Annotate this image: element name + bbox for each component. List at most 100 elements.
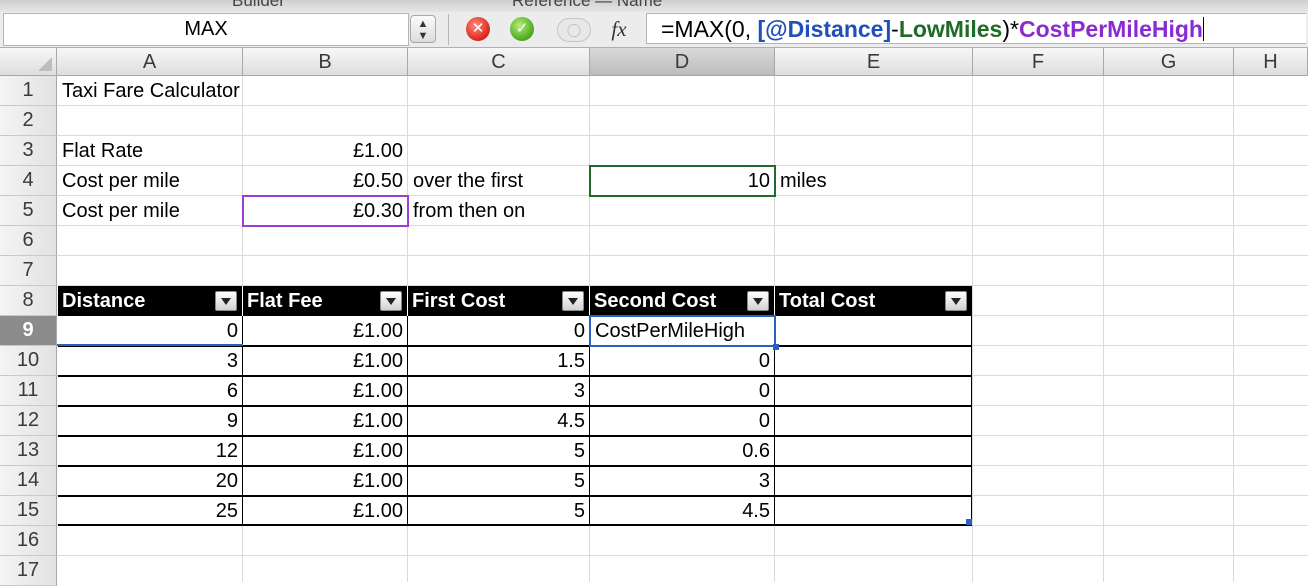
fill-handle[interactable] xyxy=(773,344,779,350)
cell-e4[interactable]: miles xyxy=(775,166,973,196)
row-header-11[interactable]: 11 xyxy=(0,376,57,406)
table-cell-flat-fee[interactable]: £1.00 xyxy=(243,316,408,346)
row-header-13[interactable]: 13 xyxy=(0,436,57,466)
reference-highlight-costpermilehigh xyxy=(242,195,409,227)
row-header-12[interactable]: 12 xyxy=(0,406,57,436)
row-header-8[interactable]: 8 xyxy=(0,286,57,316)
filter-dropdown-icon[interactable] xyxy=(215,291,237,311)
table-cell-distance[interactable]: 0 xyxy=(58,316,243,346)
table-cell-flat-fee[interactable]: £1.00 xyxy=(243,376,408,406)
table-cell-first-cost[interactable]: 0 xyxy=(408,316,590,346)
row-header-4[interactable]: 4 xyxy=(0,166,57,196)
column-header-d[interactable]: D xyxy=(590,48,775,76)
spreadsheet-grid[interactable]: A B C D E F G H 1 2 3 4 5 6 7 8 9 10 11 … xyxy=(0,48,1308,586)
row-header-1[interactable]: 1 xyxy=(0,76,57,106)
cell-a1-title[interactable]: Taxi Fare Calculator xyxy=(57,76,407,106)
row-header-10[interactable]: 10 xyxy=(0,346,57,376)
table-header-label: Flat Fee xyxy=(247,290,323,312)
table-cell-second-cost[interactable]: 0 xyxy=(590,346,775,376)
table-cell-first-cost[interactable]: 5 xyxy=(408,496,590,526)
cell-c5[interactable]: from then on xyxy=(408,196,590,226)
table-header-label: Second Cost xyxy=(594,290,717,312)
table-cell-total-cost[interactable] xyxy=(775,406,972,436)
table-header-total-cost[interactable]: Total Cost xyxy=(775,286,972,316)
table-cell-flat-fee[interactable]: £1.00 xyxy=(243,406,408,436)
gridline xyxy=(57,255,1308,256)
formula-input[interactable]: =MAX(0, [@Distance]-LowMiles)*CostPerMil… xyxy=(646,13,1306,44)
table-cell-distance[interactable]: 25 xyxy=(58,496,243,526)
cell-a3[interactable]: Flat Rate xyxy=(57,136,243,166)
table-cell-flat-fee[interactable]: £1.00 xyxy=(243,496,408,526)
row-header-5[interactable]: 5 xyxy=(0,196,57,226)
table-cell-flat-fee[interactable]: £1.00 xyxy=(243,346,408,376)
table-cell-total-cost[interactable] xyxy=(775,376,972,406)
row-header-7[interactable]: 7 xyxy=(0,256,57,286)
table-cell-distance[interactable]: 12 xyxy=(58,436,243,466)
table-cell-second-cost[interactable]: 0 xyxy=(590,406,775,436)
row-header-3[interactable]: 3 xyxy=(0,136,57,166)
table-cell-first-cost[interactable]: 5 xyxy=(408,436,590,466)
insert-function-button[interactable]: fx xyxy=(603,15,635,43)
table-header-flat-fee[interactable]: Flat Fee xyxy=(243,286,408,316)
table-cell-distance[interactable]: 6 xyxy=(58,376,243,406)
table-cell-distance[interactable]: 3 xyxy=(58,346,243,376)
table-cell-second-cost[interactable]: 0 xyxy=(590,376,775,406)
table-cell-distance[interactable]: 9 xyxy=(58,406,243,436)
table-cell-total-cost[interactable] xyxy=(775,466,972,496)
table-header-first-cost[interactable]: First Cost xyxy=(408,286,590,316)
filter-dropdown-icon[interactable] xyxy=(562,291,584,311)
table-cell-distance[interactable]: 20 xyxy=(58,466,243,496)
table-cell-second-cost[interactable]: 0.6 xyxy=(590,436,775,466)
column-header-f[interactable]: F xyxy=(973,48,1104,76)
row-header-6[interactable]: 6 xyxy=(0,226,57,256)
table-cell-second-cost[interactable]: 4.5 xyxy=(590,496,775,526)
table-cell-total-cost[interactable] xyxy=(775,346,972,376)
column-header-c[interactable]: C xyxy=(408,48,590,76)
table-cell-total-cost[interactable] xyxy=(775,436,972,466)
x-icon: ✕ xyxy=(471,20,485,37)
formula-token-distance: [@Distance] xyxy=(757,16,892,42)
table-cell-first-cost[interactable]: 5 xyxy=(408,466,590,496)
formula-bar-separator xyxy=(448,14,449,45)
table-cell-total-cost[interactable] xyxy=(775,316,972,346)
row-header-2[interactable]: 2 xyxy=(0,106,57,136)
gridline xyxy=(1233,76,1234,582)
formula-token-lowmiles: LowMiles xyxy=(898,16,1003,42)
column-header-h[interactable]: H xyxy=(1234,48,1308,76)
name-box[interactable]: MAX xyxy=(3,13,409,46)
cell-c4[interactable]: over the first xyxy=(408,166,590,196)
cell-b3[interactable]: £1.00 xyxy=(243,136,408,166)
cell-b4[interactable]: £0.50 xyxy=(243,166,408,196)
table-cell-first-cost[interactable]: 3 xyxy=(408,376,590,406)
table-cell-second-cost[interactable]: 3 xyxy=(590,466,775,496)
row-header-14[interactable]: 14 xyxy=(0,466,57,496)
formula-toggle-button[interactable]: ◯ xyxy=(557,18,591,42)
table-cell-flat-fee[interactable]: £1.00 xyxy=(243,436,408,466)
gridline xyxy=(57,555,1308,556)
filter-dropdown-icon[interactable] xyxy=(380,291,402,311)
table-resize-handle[interactable] xyxy=(966,519,972,525)
circle-icon: ◯ xyxy=(566,22,582,37)
cell-a4[interactable]: Cost per mile xyxy=(57,166,243,196)
table-cell-first-cost[interactable]: 1.5 xyxy=(408,346,590,376)
select-all-corner[interactable] xyxy=(0,48,57,76)
table-cell-flat-fee[interactable]: £1.00 xyxy=(243,466,408,496)
column-header-b[interactable]: B xyxy=(243,48,408,76)
row-header-16[interactable]: 16 xyxy=(0,526,57,556)
table-cell-total-cost[interactable] xyxy=(775,496,972,526)
name-box-stepper[interactable]: ▲ ▼ xyxy=(410,15,436,43)
table-cell-first-cost[interactable]: 4.5 xyxy=(408,406,590,436)
cancel-formula-button[interactable]: ✕ xyxy=(466,17,490,41)
filter-dropdown-icon[interactable] xyxy=(747,291,769,311)
column-header-e[interactable]: E xyxy=(775,48,973,76)
table-header-distance[interactable]: Distance xyxy=(58,286,243,316)
column-header-g[interactable]: G xyxy=(1104,48,1234,76)
table-header-label: Distance xyxy=(62,290,146,312)
filter-dropdown-icon[interactable] xyxy=(945,291,967,311)
column-header-a[interactable]: A xyxy=(57,48,243,76)
row-header-9[interactable]: 9 xyxy=(0,316,57,346)
table-header-second-cost[interactable]: Second Cost xyxy=(590,286,775,316)
cell-a5[interactable]: Cost per mile xyxy=(57,196,243,226)
row-header-15[interactable]: 15 xyxy=(0,496,57,526)
accept-formula-button[interactable]: ✓ xyxy=(510,17,534,41)
